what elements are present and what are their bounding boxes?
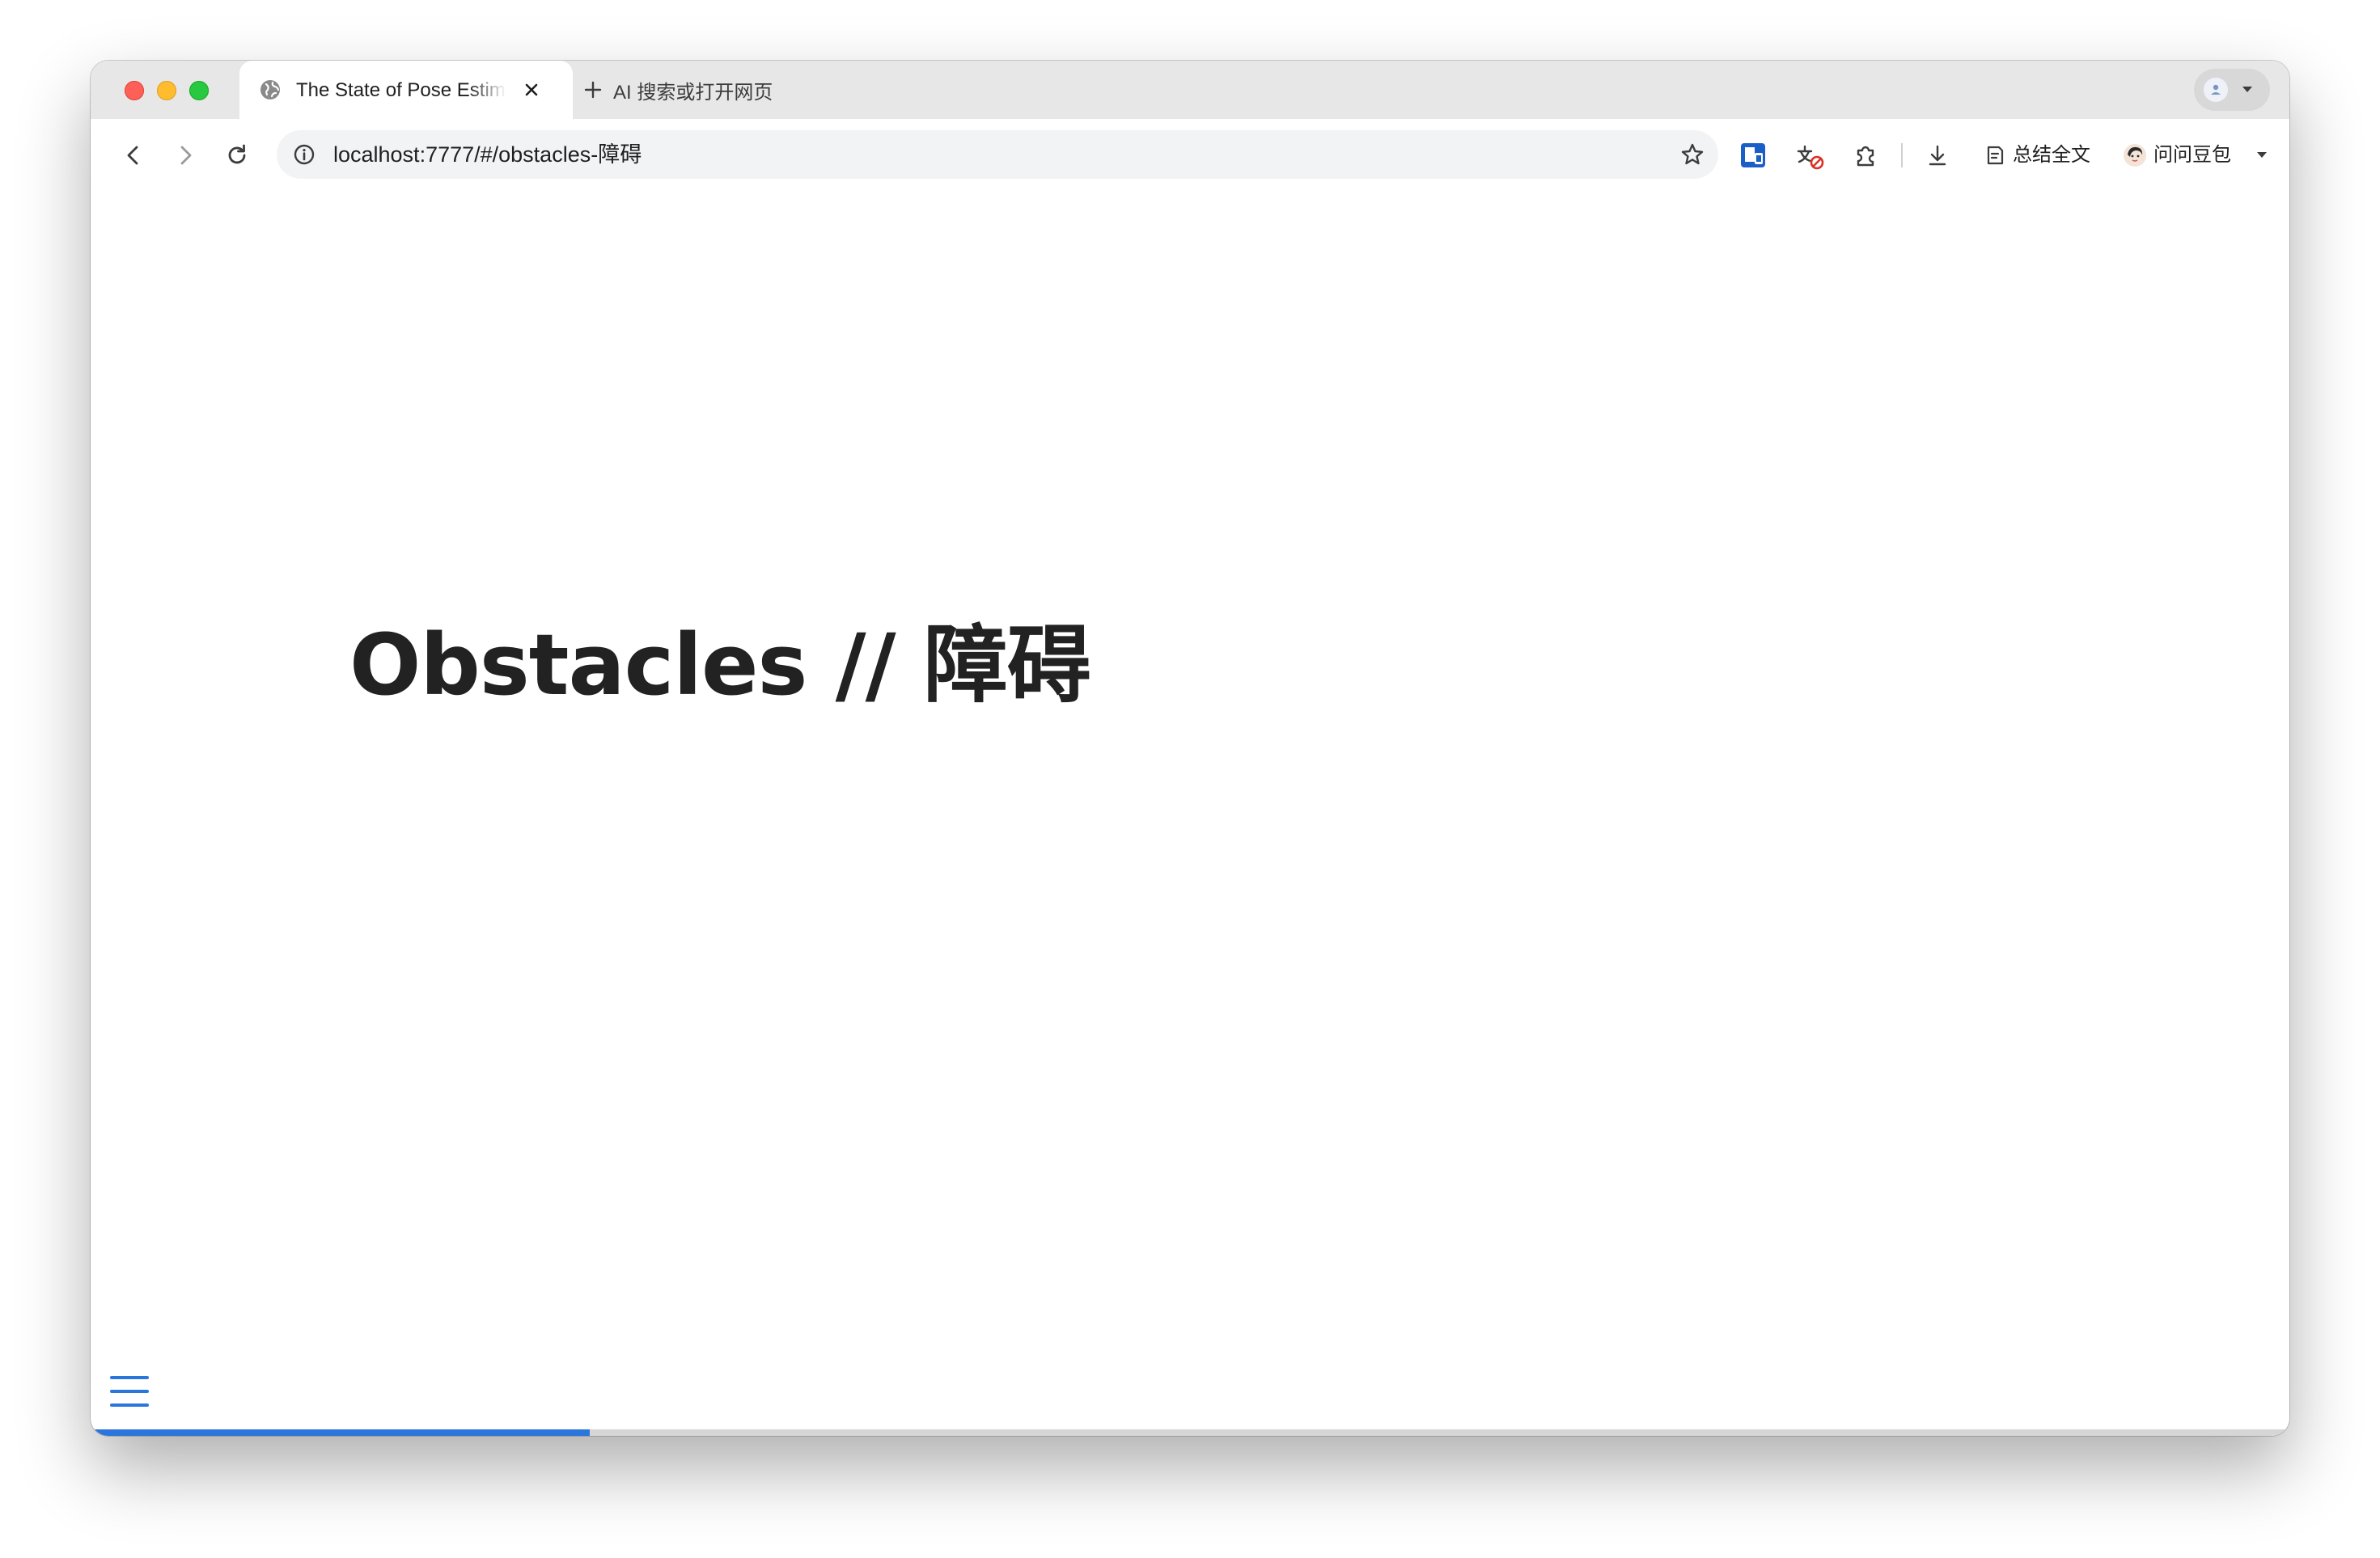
close-icon[interactable] bbox=[521, 79, 542, 100]
browser-window: The State of Pose Estimation AI 搜索或打开网页 bbox=[91, 61, 2289, 1436]
doubao-avatar-icon bbox=[2124, 144, 2146, 167]
close-window-button[interactable] bbox=[125, 81, 144, 100]
chevron-down-icon[interactable] bbox=[2255, 150, 2268, 160]
minimize-window-button[interactable] bbox=[157, 81, 176, 100]
profile-menu-button[interactable] bbox=[2194, 69, 2270, 111]
browser-toolbar: localhost:7777/#/obstacles-障碍 总结全文 问问豆包 bbox=[91, 119, 2289, 193]
tab-active[interactable]: The State of Pose Estimation bbox=[239, 61, 573, 119]
summarize-button[interactable]: 总结全文 bbox=[1984, 142, 2090, 169]
translate-icon[interactable] bbox=[1794, 140, 1825, 171]
toolbar-divider bbox=[1901, 143, 1903, 167]
maximize-window-button[interactable] bbox=[189, 81, 209, 100]
slide-title: Obstacles // 障碍 bbox=[349, 616, 1091, 714]
plus-icon bbox=[584, 81, 602, 99]
globe-icon bbox=[260, 80, 280, 99]
download-icon[interactable] bbox=[1922, 140, 1953, 171]
puzzle-icon[interactable] bbox=[1851, 140, 1882, 171]
slide-progress-fill bbox=[91, 1429, 590, 1436]
forward-icon[interactable] bbox=[170, 140, 201, 171]
tab-title: The State of Pose Estimation bbox=[296, 79, 506, 101]
star-icon[interactable] bbox=[1679, 142, 1705, 167]
profile-icon bbox=[2204, 78, 2228, 102]
address-bar[interactable]: localhost:7777/#/obstacles-障碍 bbox=[277, 130, 1718, 179]
slide-progress-bar bbox=[91, 1429, 2289, 1436]
reload-icon[interactable] bbox=[222, 140, 252, 171]
extension-shield-icon[interactable] bbox=[1738, 140, 1768, 171]
new-tab-label: AI 搜索或打开网页 bbox=[613, 81, 773, 104]
url-text[interactable]: localhost:7777/#/obstacles-障碍 bbox=[333, 142, 642, 167]
chevron-down-icon bbox=[2242, 87, 2252, 92]
back-icon[interactable] bbox=[118, 140, 149, 171]
ask-label: 问问豆包 bbox=[2153, 144, 2231, 166]
ask-doubao-button[interactable]: 问问豆包 bbox=[2123, 142, 2268, 169]
info-icon[interactable] bbox=[293, 143, 315, 166]
summarize-label: 总结全文 bbox=[2013, 144, 2090, 166]
menu-icon[interactable] bbox=[108, 1373, 150, 1410]
tab-strip: The State of Pose Estimation AI 搜索或打开网页 bbox=[91, 61, 2289, 119]
new-tab-button[interactable]: AI 搜索或打开网页 bbox=[582, 75, 773, 104]
page-content: Obstacles // 障碍 bbox=[91, 192, 2289, 1436]
summary-icon bbox=[1987, 146, 2004, 165]
